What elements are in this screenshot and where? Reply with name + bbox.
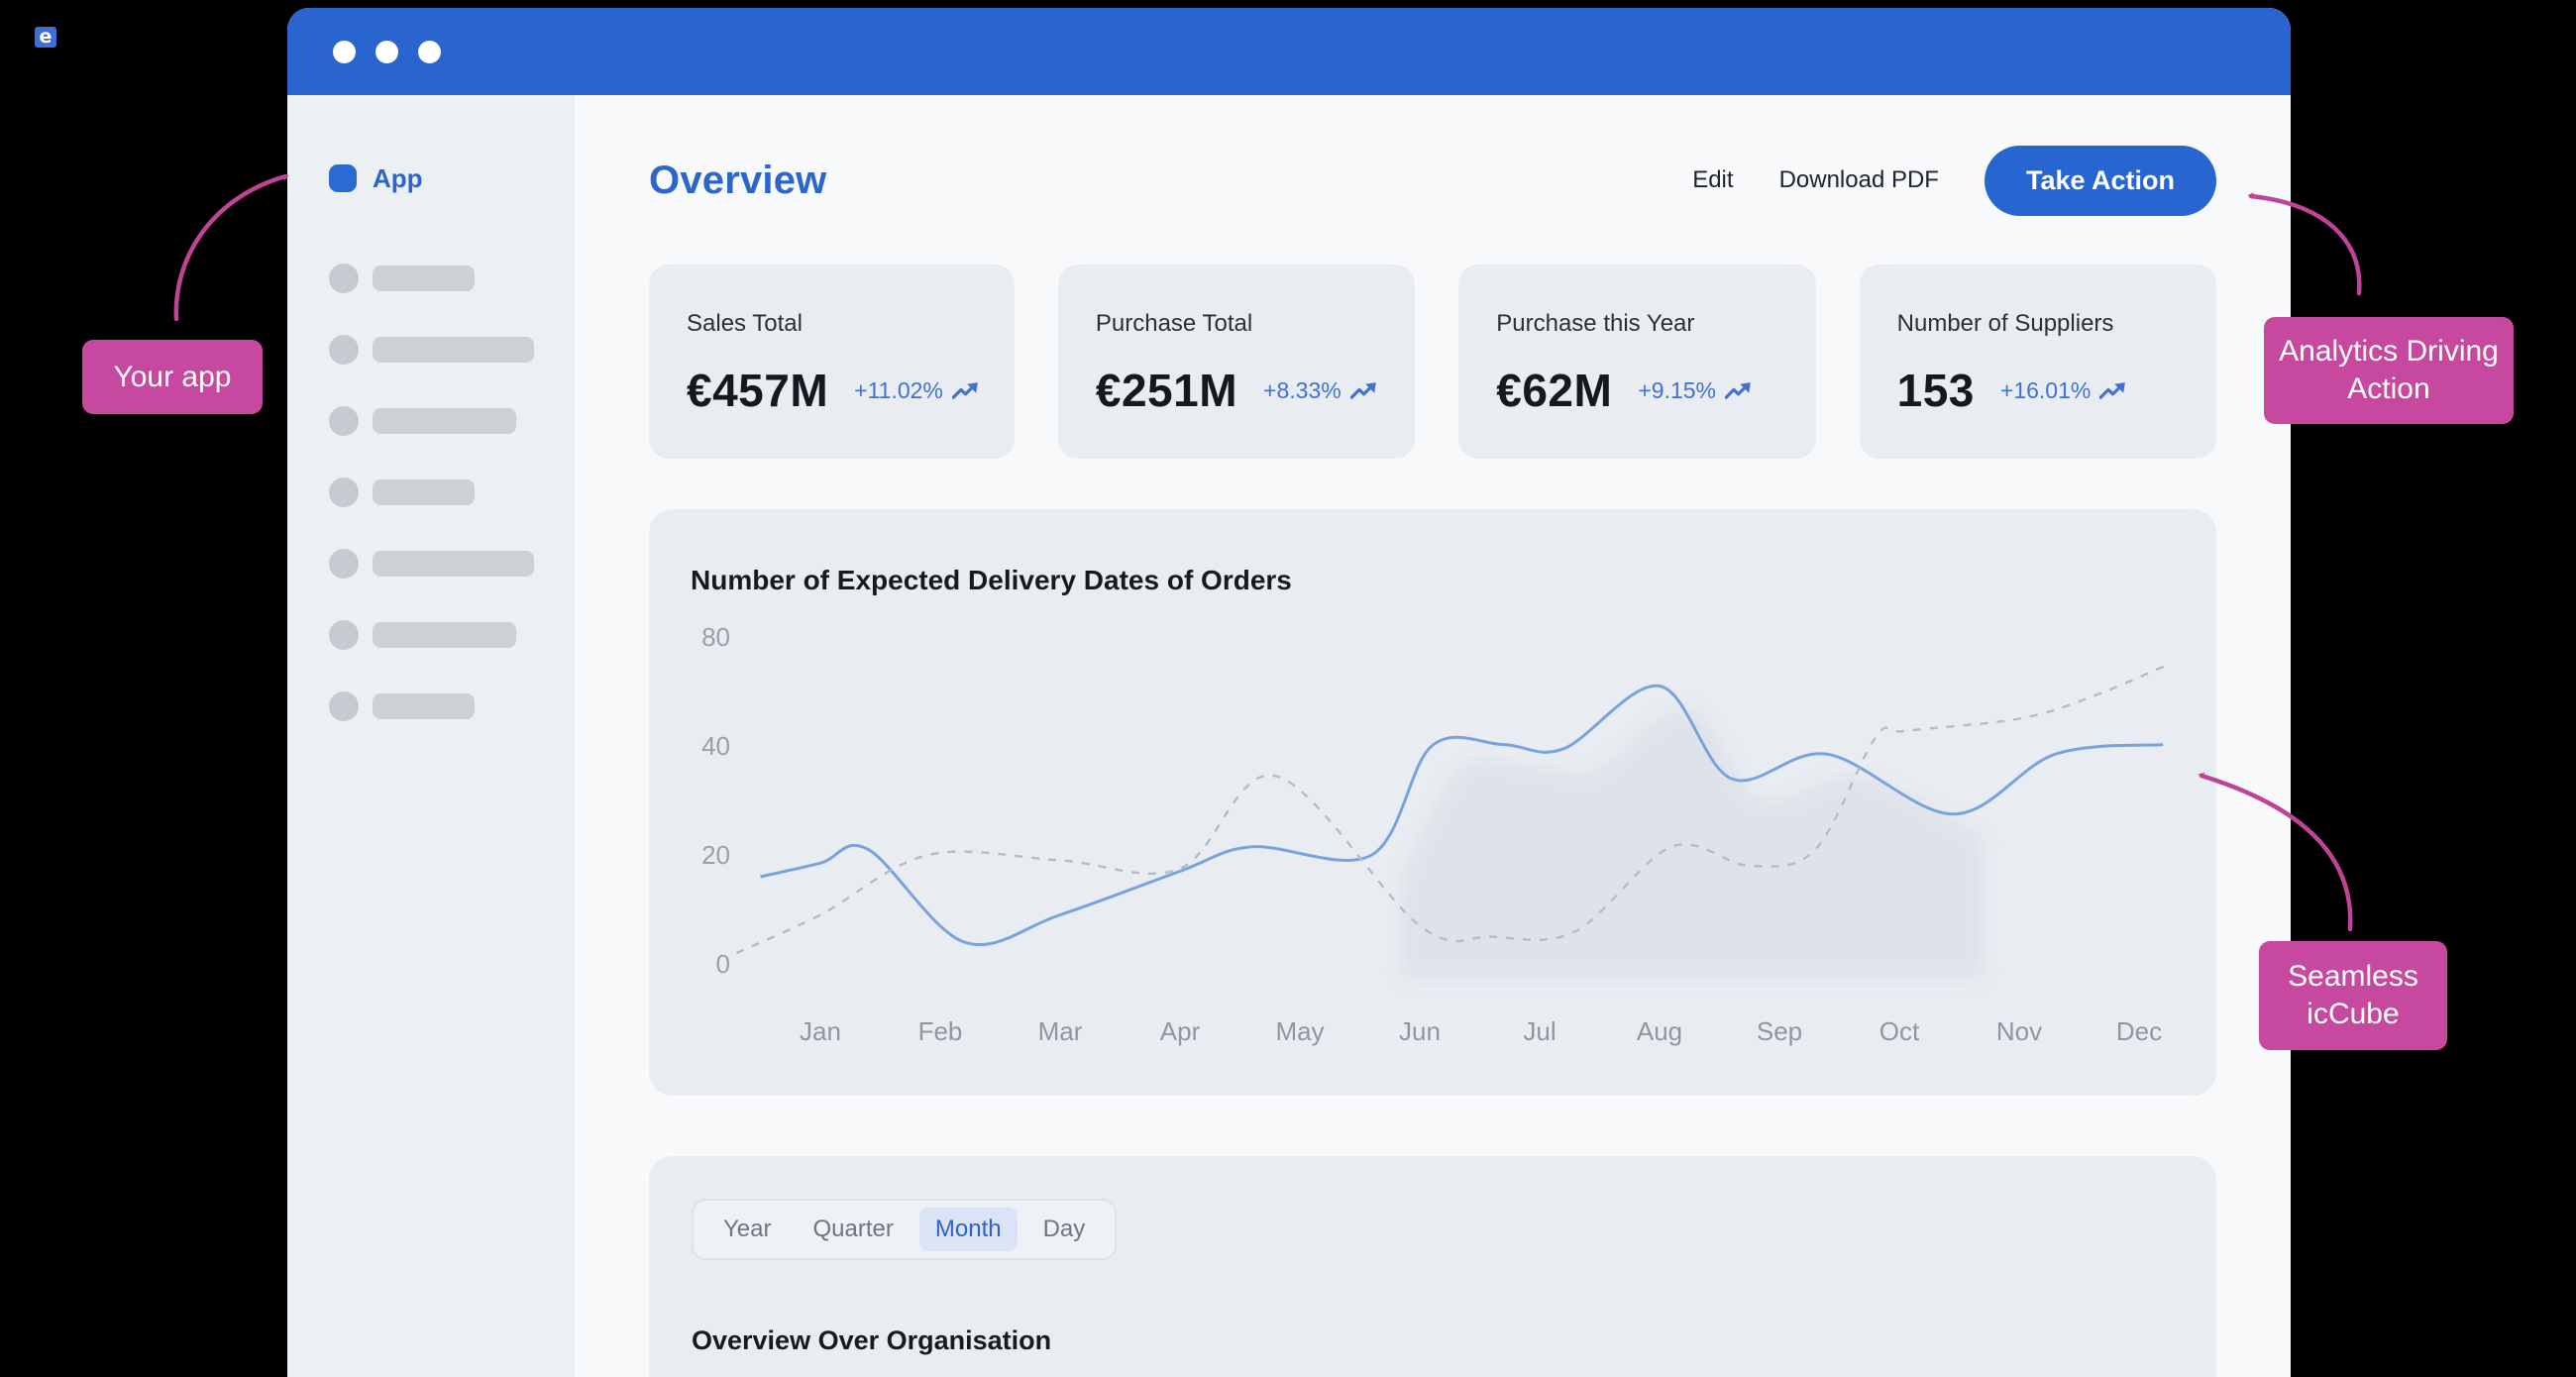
- sidebar-skeleton-row: [329, 549, 575, 579]
- window-dot-1[interactable]: [333, 41, 356, 63]
- kpi-card: Sales Total €457M +11.02%: [649, 265, 1015, 459]
- skeleton-circle: [329, 406, 359, 436]
- x-axis-label: Jun: [1399, 1016, 1441, 1046]
- chart-shadow-area: [1402, 707, 1984, 979]
- app-window: App Overview: [287, 8, 2291, 1377]
- page-title: Overview: [649, 159, 827, 203]
- window-dot-2[interactable]: [376, 41, 398, 63]
- skeleton-bar: [373, 337, 534, 363]
- sidebar-item-app[interactable]: App: [329, 157, 575, 200]
- delivery-chart-card: Number of Expected Delivery Dates of Ord…: [649, 509, 2216, 1096]
- x-axis-label: Oct: [1879, 1016, 1920, 1046]
- page-header: Overview Edit Download PDF Take Action: [649, 145, 2216, 216]
- kpi-label: Number of Suppliers: [1897, 310, 2181, 338]
- skeleton-bar: [373, 551, 534, 577]
- x-axis-label: Jul: [1523, 1016, 1556, 1046]
- y-axis-tick: 0: [716, 949, 730, 979]
- sidebar-skeleton-row: [329, 477, 575, 507]
- x-axis-label: Dec: [2116, 1016, 2162, 1046]
- x-axis-label: Nov: [1996, 1016, 2042, 1046]
- kpi-change: +16.01%: [2000, 377, 2126, 404]
- kpi-value: €62M: [1496, 364, 1612, 417]
- x-axis-label: Feb: [918, 1016, 963, 1046]
- stage: e App: [0, 0, 2576, 1377]
- skeleton-circle: [329, 477, 359, 507]
- kpi-value: €251M: [1096, 364, 1237, 417]
- kpi-change: +11.02%: [854, 377, 979, 404]
- trending-up-icon: [1350, 380, 1377, 401]
- sidebar-skeleton-row: [329, 691, 575, 721]
- tab-year[interactable]: Year: [707, 1208, 788, 1251]
- trending-up-icon: [1725, 380, 1752, 401]
- kpi-change-text: +9.15%: [1638, 377, 1716, 404]
- skeleton-bar: [373, 693, 475, 719]
- kpi-card: Purchase Total €251M +8.33%: [1058, 265, 1415, 459]
- window-dot-3[interactable]: [418, 41, 441, 63]
- tab-month[interactable]: Month: [919, 1208, 1018, 1251]
- skeleton-circle: [329, 335, 359, 365]
- kpi-card: Number of Suppliers 153 +16.01%: [1860, 265, 2216, 459]
- y-axis-tick: 40: [701, 731, 730, 761]
- skeleton-circle: [329, 620, 359, 650]
- kpi-label: Purchase this Year: [1496, 310, 1779, 338]
- take-action-button[interactable]: Take Action: [1985, 146, 2216, 216]
- kpi-label: Purchase Total: [1096, 310, 1379, 338]
- kpi-label: Sales Total: [687, 310, 979, 338]
- sidebar-skeleton-row: [329, 264, 575, 293]
- skeleton-circle: [329, 549, 359, 579]
- kpi-row: Sales Total €457M +11.02% Purchase Total…: [649, 265, 2216, 459]
- annotation-badge-analytics-driving-action: Analytics Driving Action: [2264, 317, 2514, 424]
- header-actions: Edit Download PDF Take Action: [1692, 146, 2216, 216]
- skeleton-bar: [373, 408, 516, 434]
- x-axis-label: Sep: [1757, 1016, 1802, 1046]
- window-titlebar: [287, 8, 2291, 95]
- sidebar-skeleton-row: [329, 406, 575, 436]
- sidebar-skeleton-row: [329, 620, 575, 650]
- skeleton-bar: [373, 479, 475, 505]
- skeleton-bar: [373, 265, 475, 291]
- sidebar-item-label: App: [373, 163, 423, 194]
- x-axis-label: May: [1275, 1016, 1324, 1046]
- kpi-change-text: +11.02%: [854, 377, 943, 404]
- trending-up-icon: [2099, 380, 2126, 401]
- trending-up-icon: [952, 380, 979, 401]
- x-axis-label: Mar: [1038, 1016, 1083, 1046]
- tab-day[interactable]: Day: [1027, 1208, 1102, 1251]
- annotation-badge-seamless-iccube: Seamless icCube: [2259, 941, 2447, 1050]
- main-content: Overview Edit Download PDF Take Action S…: [575, 95, 2291, 1377]
- organisation-panel-heading: Overview Over Organisation: [692, 1325, 2216, 1356]
- y-axis-tick: 80: [701, 622, 730, 652]
- kpi-change-text: +8.33%: [1263, 377, 1342, 404]
- skeleton-bar: [373, 622, 516, 648]
- tab-quarter[interactable]: Quarter: [798, 1208, 910, 1251]
- kpi-change: +9.15%: [1638, 377, 1752, 404]
- annotation-badge-your-app: Your app: [82, 340, 263, 414]
- skeleton-circle: [329, 691, 359, 721]
- sidebar: App: [287, 95, 575, 1377]
- browser-favicon-e-icon: e: [35, 27, 56, 48]
- kpi-value: €457M: [687, 364, 828, 417]
- kpi-change-text: +16.01%: [2000, 377, 2091, 404]
- sidebar-skeleton: [287, 264, 575, 721]
- edit-button[interactable]: Edit: [1692, 166, 1733, 194]
- delivery-line-chart: 0 20 40 80 Jan Feb Mar Apr May Jun Jul Aug Sep Oct Nov…: [649, 509, 2216, 1096]
- x-axis-label: Aug: [1637, 1016, 1682, 1046]
- arrow-your-app: [176, 176, 285, 319]
- x-axis-label: Jan: [800, 1016, 841, 1046]
- kpi-card: Purchase this Year €62M +9.15%: [1458, 265, 1815, 459]
- kpi-value: 153: [1897, 364, 1975, 417]
- download-pdf-button[interactable]: Download PDF: [1779, 166, 1939, 194]
- time-granularity-tabs: YearQuarterMonthDay: [692, 1199, 1117, 1260]
- x-axis-label: Apr: [1160, 1016, 1201, 1046]
- app-logo-icon: [329, 164, 357, 192]
- y-axis-tick: 20: [701, 840, 730, 870]
- sidebar-skeleton-row: [329, 335, 575, 365]
- skeleton-circle: [329, 264, 359, 293]
- organisation-panel: YearQuarterMonthDay Overview Over Organi…: [649, 1156, 2216, 1377]
- kpi-change: +8.33%: [1263, 377, 1377, 404]
